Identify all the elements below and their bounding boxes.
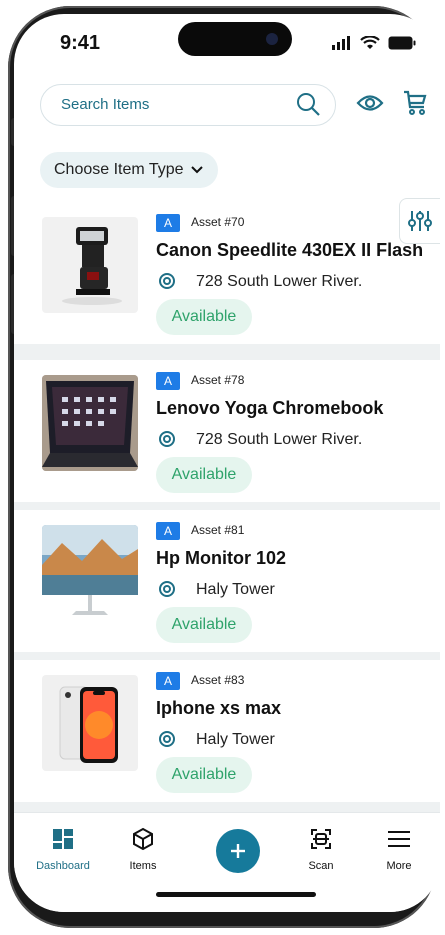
location-pin-icon [159,431,175,447]
nav-dashboard[interactable]: Dashboard [28,827,98,872]
nav-items[interactable]: Items [108,827,178,872]
item-thumbnail [42,217,138,313]
location-pin-icon [159,273,175,289]
status-badge: Available [156,607,252,643]
dynamic-island [178,22,292,56]
item-type-filter[interactable]: Choose Item Type [40,152,218,188]
chevron-down-icon [190,166,203,174]
menu-icon [388,831,410,847]
bottom-nav: Dashboard Items Scan More [14,812,440,912]
category-badge: A [156,672,180,690]
box-icon [133,827,153,851]
item-list: A Asset #70 Canon Speedlite 430EX II Fla… [14,202,440,812]
signal-icon [332,36,350,50]
status-icons [332,36,416,50]
search-placeholder: Search Items [61,96,150,113]
item-title: Iphone xs max [156,698,282,718]
asset-number: Asset #81 [191,523,245,537]
filter-button[interactable] [399,198,440,244]
battery-icon [388,36,416,50]
item-thumbnail [42,525,138,621]
item-thumbnail [42,675,138,771]
item-location: 728 South Lower River. [196,431,363,448]
item-type-label: Choose Item Type [54,161,184,178]
plus-icon [231,844,245,858]
item-location: 728 South Lower River. [196,273,363,290]
app-screen: 9:41 Search Items Choose Item Type A Ass… [14,14,440,912]
status-time: 9:41 [60,32,101,54]
wifi-icon [360,36,380,49]
nav-scan[interactable]: Scan [286,827,356,872]
list-item[interactable]: A Asset #81 Hp Monitor 102 Haly Tower Av… [14,510,440,652]
item-location: Haly Tower [196,581,275,598]
add-button[interactable] [216,829,260,873]
nav-items-label: Items [129,860,157,872]
dashboard-icon [53,829,73,849]
search-icon[interactable] [295,91,321,117]
item-title: Hp Monitor 102 [156,548,287,568]
item-title: Canon Speedlite 430EX II Flash [156,240,424,260]
eye-icon[interactable] [356,92,384,114]
asset-number: Asset #83 [191,673,245,687]
scan-icon [311,829,331,849]
sliders-icon [408,211,432,231]
status-badge: Available [156,299,252,335]
location-pin-icon [159,581,175,597]
nav-more-label: More [386,860,412,872]
asset-number: Asset #70 [191,215,245,229]
status-bar: 9:41 [14,14,440,74]
cart-icon[interactable] [402,89,428,117]
status-badge: Available [156,457,252,493]
nav-more[interactable]: More [364,827,434,872]
list-item[interactable]: A Asset #70 Canon Speedlite 430EX II Fla… [14,202,440,344]
list-item[interactable]: A Asset #78 Lenovo Yoga Chromebook 728 S… [14,360,440,502]
category-badge: A [156,522,180,540]
search-row: Search Items [40,84,427,126]
list-item[interactable]: A Asset #83 Iphone xs max Haly Tower Ava… [14,660,440,802]
item-location: Haly Tower [196,731,275,748]
category-badge: A [156,372,180,390]
location-pin-icon [159,731,175,747]
item-thumbnail [42,375,138,471]
nav-dashboard-label: Dashboard [36,860,90,872]
home-indicator [156,892,316,897]
category-badge: A [156,214,180,232]
status-badge: Available [156,757,252,793]
asset-number: Asset #78 [191,373,245,387]
camera-icon [266,33,278,45]
search-input[interactable]: Search Items [40,84,336,126]
nav-scan-label: Scan [308,860,334,872]
item-title: Lenovo Yoga Chromebook [156,398,384,418]
